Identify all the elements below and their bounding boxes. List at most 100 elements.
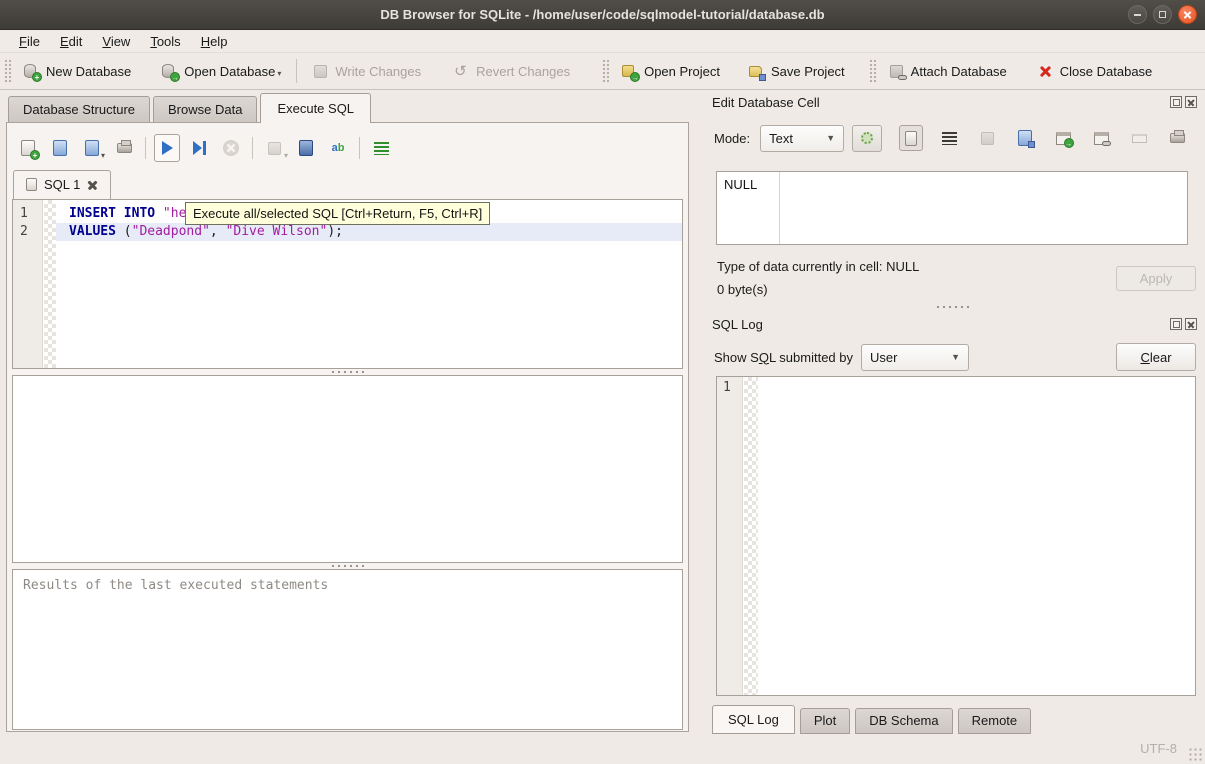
execute-all-icon[interactable] [154,134,180,162]
code-line-2: 2 VALUES ("Deadpond", "Dive Wilson"); [13,223,682,241]
close-database-button[interactable]: Close Database [1029,59,1161,84]
menu-help[interactable]: Help [192,32,237,51]
window-title: DB Browser for SQLite - /home/user/code/… [380,7,824,22]
toolbar-grip[interactable] [4,59,11,83]
resize-grip[interactable] [1188,747,1202,761]
cell-mode-row: Mode: Text ▼ [714,124,882,152]
attach-database-button[interactable]: Attach Database [880,59,1015,84]
close-dock-icon[interactable] [1185,318,1197,330]
autocomplete-icon[interactable]: ab [325,134,351,162]
cell-toolbar [899,125,1189,151]
submitted-by-select[interactable]: User ▼ [861,344,969,371]
minimize-icon[interactable] [1128,5,1147,24]
revert-changes-icon [453,63,470,80]
chevron-down-icon: ▼ [826,133,835,143]
tab-browse-data[interactable]: Browse Data [153,96,257,123]
new-database-button[interactable]: New Database [15,59,139,84]
find-replace-icon[interactable] [293,134,319,162]
edit-cell-title: Edit Database Cell [712,95,1167,110]
write-changes-button: Write Changes [304,59,429,84]
execute-tooltip: Execute all/selected SQL [Ctrl+Return, F… [185,202,490,225]
execute-current-line-icon[interactable] [186,134,212,162]
float-dock-icon[interactable] [1170,96,1182,108]
save-sql-file-icon[interactable]: ▾ [79,134,105,162]
menu-view[interactable]: View [93,32,139,51]
open-external-icon[interactable] [1051,125,1075,151]
mode-select[interactable]: Text ▼ [760,125,844,152]
tab-remote[interactable]: Remote [958,708,1032,734]
import-data-icon [975,125,999,151]
print-icon[interactable] [1165,125,1189,151]
copy-link-icon[interactable] [1089,125,1113,151]
stop-icon [218,134,244,162]
menu-tools[interactable]: Tools [141,32,189,51]
sql-log-view[interactable]: 1 [716,376,1196,696]
open-database-button[interactable]: Open Database ▾ [153,59,289,84]
cell-size-info: 0 byte(s) [717,282,768,297]
filter-label: Show SQL submitted by [714,350,853,365]
apply-button: Apply [1116,266,1196,291]
export-data-icon[interactable] [1013,125,1037,151]
encoding-indicator: UTF-8 [1140,741,1177,756]
menu-file[interactable]: File [10,32,49,51]
save-project-button[interactable]: Save Project [740,59,853,84]
tab-database-structure[interactable]: Database Structure [8,96,150,123]
open-database-icon [161,63,178,80]
sql-document-tab[interactable]: SQL 1 [13,170,111,199]
query-output-pane[interactable] [12,375,683,563]
text-mode-icon[interactable] [899,125,923,151]
tab-execute-sql[interactable]: Execute SQL [260,93,371,123]
mode-label: Mode: [714,131,750,146]
cell-editor[interactable]: NULL [716,171,1188,245]
open-project-button[interactable]: Open Project [613,59,728,84]
right-pane: Edit Database Cell Mode: Text ▼ NULL [700,91,1205,735]
bottom-tab-bar: SQL Log Plot DB Schema Remote [712,707,1036,734]
close-database-icon [1037,63,1054,80]
menu-edit[interactable]: Edit [51,32,91,51]
close-dock-icon[interactable] [1185,96,1197,108]
results-pane[interactable]: Results of the last executed statements [12,569,683,730]
close-icon[interactable] [1178,5,1197,24]
gear-icon [861,132,873,144]
tab-db-schema[interactable]: DB Schema [855,708,952,734]
chevron-down-icon: ▼ [951,352,960,362]
toolbar-grip[interactable] [869,59,876,83]
tab-sql-log[interactable]: SQL Log [712,705,795,734]
maximize-icon[interactable] [1153,5,1172,24]
splitter-handle[interactable] [700,303,1205,311]
sql-file-icon [26,178,37,191]
tab-plot[interactable]: Plot [800,708,850,734]
edit-cell-dock-header: Edit Database Cell [712,93,1197,111]
save-project-icon [748,63,765,80]
menu-bar: File Edit View Tools Help [0,30,1205,53]
toolbar-grip[interactable] [602,59,609,83]
clear-button[interactable]: Clear [1116,343,1196,371]
write-changes-icon [312,63,329,80]
sql-log-title: SQL Log [712,317,1167,332]
new-sql-tab-icon[interactable] [15,134,41,162]
sql-toolbar: ▾ ▾ ab [15,131,394,165]
cell-type-info: Type of data currently in cell: NULL [717,259,919,274]
results-placeholder: Results of the last executed statements [13,570,682,601]
word-wrap-icon[interactable] [937,125,961,151]
line-number-gutter [717,377,743,695]
close-sql-tab-icon[interactable] [87,179,98,190]
title-bar: DB Browser for SQLite - /home/user/code/… [0,0,1205,30]
float-dock-icon[interactable] [1170,318,1182,330]
open-sql-file-icon[interactable] [47,134,73,162]
log-line-number: 1 [723,380,731,395]
auto-apply-button[interactable] [852,125,882,152]
sql-log-dock-header: SQL Log [712,315,1197,333]
left-pane: Database Structure Browse Data Execute S… [0,91,700,735]
sql-tab-bar: SQL 1 [13,169,111,199]
cell-value: NULL [724,177,757,192]
status-bar: UTF-8 [0,735,1205,764]
revert-changes-button: Revert Changes [445,59,578,84]
format-sql-icon[interactable] [368,134,394,162]
window-controls [1128,5,1197,24]
attach-database-icon [888,63,905,80]
print-icon[interactable] [111,134,137,162]
open-database-dropdown-icon[interactable]: ▾ [277,69,281,78]
set-null-icon [1127,125,1151,151]
execute-sql-panel: ▾ ▾ ab SQL 1 [6,122,689,732]
